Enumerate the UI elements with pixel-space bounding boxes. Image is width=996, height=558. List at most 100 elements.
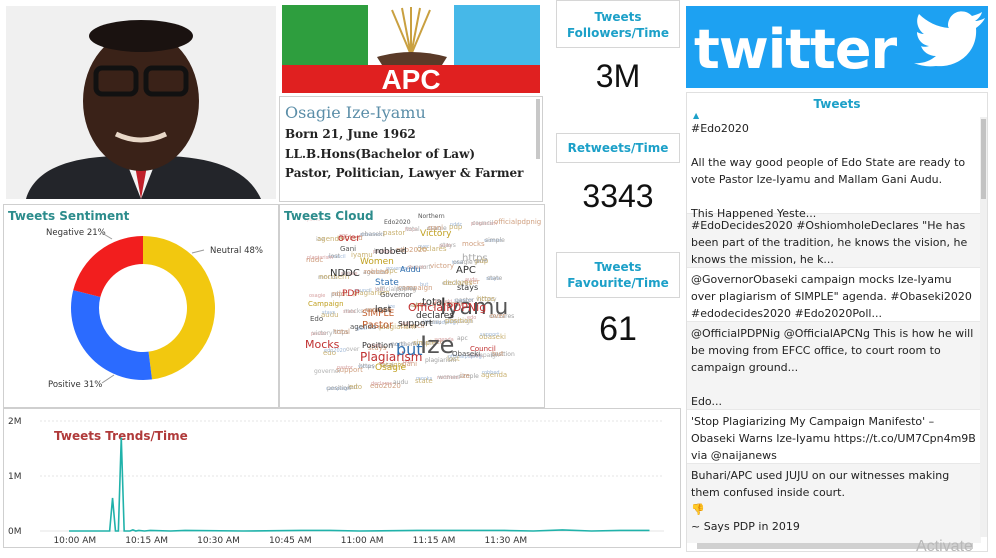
- cloud-word: NDDC: [330, 268, 360, 279]
- tweet-item[interactable]: 'Stop Plagiarizing My Campaign Manifesto…: [687, 410, 981, 464]
- retweets-kpi-value: 3343: [582, 178, 654, 214]
- tweet-item[interactable]: @GovernorObaseki campaign mocks Ize-Iyam…: [687, 268, 981, 322]
- cloud-filler-word: ize: [460, 372, 470, 380]
- x-tick-label: 11:00 AM: [341, 536, 384, 546]
- cloud-filler-word: council: [472, 220, 494, 227]
- cloud-word: Victory: [420, 229, 452, 239]
- donut-slice-neutral[interactable]: [143, 236, 216, 380]
- cloud-word: Edo2020: [384, 219, 411, 226]
- cloud-word: Campaign: [308, 300, 344, 308]
- cloud-filler-word: women: [438, 374, 460, 381]
- cloud-word: Edo: [310, 315, 324, 323]
- x-tick-label: 11:15 AM: [413, 536, 456, 546]
- tweets-header[interactable]: Tweets: [687, 93, 987, 115]
- cloud-word: Position: [362, 341, 394, 350]
- twitter-banner: twitter: [686, 6, 988, 88]
- cloud-filler-word: position: [327, 385, 351, 392]
- tweet-item[interactable]: Buhari/APC used JUJU on our witnesses ma…: [687, 464, 981, 543]
- cloud-filler-word: pastor: [383, 229, 406, 237]
- cloud-filler-word: state: [487, 275, 503, 282]
- donut-label-positive: Positive 31%: [48, 380, 102, 390]
- donut-label-neutral: Neutral 48%: [210, 246, 263, 256]
- cloud-filler-word: victory: [430, 262, 454, 270]
- cloud-filler-word: officialpdpnig: [494, 218, 542, 226]
- tweet-item[interactable]: #Edo2020 All the way good people of Edo …: [687, 117, 981, 220]
- cloud-filler-word: mocks: [344, 308, 364, 315]
- cloud-filler-word: victory: [312, 330, 333, 337]
- occupation-info: Pastor, Politician, Lawyer & Farmer: [285, 166, 524, 180]
- followers-kpi-value: 3M: [595, 58, 641, 94]
- x-tick-label: 10:45 AM: [269, 536, 312, 546]
- retweets-kpi-card: Retweets/Time: [556, 133, 680, 163]
- cloud-word: Ize: [420, 331, 455, 359]
- cloud-filler-word: over: [346, 346, 360, 353]
- cloud-filler-word: robbed: [364, 268, 389, 276]
- cloud-word: Northern: [418, 213, 445, 220]
- cloud-filler-word: plagiarism: [307, 255, 334, 261]
- trends-panel: Tweets Trends/Time 2M 1M 0M 10:00 AM 10:15 A…: [3, 408, 681, 548]
- twitter-logo-text: twitter: [694, 18, 897, 81]
- cloud-filler-word: obaseki: [361, 231, 385, 238]
- cloud-word: APC: [456, 265, 476, 276]
- x-tick-label: 10:00 AM: [53, 536, 96, 546]
- tweets-panel: Tweets ▲ #Edo2020 All the way good peopl…: [686, 92, 988, 552]
- activate-watermark: Activate: [916, 538, 973, 555]
- candidate-photo: [6, 6, 276, 199]
- apc-party-logo: APC: [282, 5, 540, 93]
- tweets-vertical-scrollbar[interactable]: [980, 117, 987, 537]
- scrollbar-thumb[interactable]: [981, 119, 986, 199]
- x-tick-label: 10:15 AM: [125, 536, 168, 546]
- sentiment-donut-chart: Neutral 48% Positive 31% Negative 21%: [46, 228, 263, 390]
- cloud-word: Women: [360, 257, 394, 267]
- cloud-word: Council: [470, 345, 496, 353]
- cloud-filler-word: simple: [485, 237, 505, 244]
- cloud-word: Gani: [340, 245, 357, 253]
- favourites-kpi-value: 61: [599, 310, 637, 348]
- cloud-word: lost: [375, 305, 392, 315]
- donut-slice-positive[interactable]: [70, 290, 153, 380]
- cloud-word: Governor: [380, 291, 413, 299]
- sentiment-panel: Tweets Sentiment Neutral 48% Positive 31%…: [3, 204, 279, 408]
- tweet-item[interactable]: #EdoDecides2020 #OshiomholeDeclares "He …: [687, 214, 981, 268]
- cloud-filler-word: nddc: [450, 222, 463, 228]
- cloud-word: https: [462, 253, 488, 264]
- cloud-filler-word: support: [480, 332, 500, 338]
- cloud-word: Mocks: [305, 338, 340, 351]
- donut-label-negative: Negative 21%: [46, 228, 106, 238]
- cloud-filler-word: pastor: [337, 365, 353, 371]
- cloud-filler-word: osagie: [309, 293, 326, 299]
- cloud-title: Tweets Cloud: [284, 209, 374, 223]
- candidate-name: Osagie Ize-Iyamu: [285, 103, 426, 122]
- twitter-bird-icon: [914, 11, 985, 67]
- cloud-filler-word: apc: [457, 335, 468, 342]
- cloud-filler-word: total: [406, 226, 420, 233]
- cloud-word: but: [396, 340, 423, 359]
- cloud-word: Audu: [400, 265, 421, 274]
- cloud-filler-word: audu: [393, 379, 409, 386]
- cloud-filler-word: stays: [322, 310, 336, 316]
- cloud-word: support: [398, 319, 433, 329]
- cloud-word: over: [338, 233, 361, 244]
- cloud-filler-word: mocks: [462, 240, 485, 248]
- tweets-list[interactable]: #Edo2020 All the way good people of Edo …: [687, 117, 981, 543]
- cloud-filler-word: stays: [440, 242, 456, 249]
- cloud-word: stays: [457, 283, 479, 292]
- tweet-item[interactable]: @OfficialPDPNig @OfficialAPCNg This is h…: [687, 322, 981, 410]
- cloud-word: Osagie: [375, 363, 407, 373]
- y-tick-label: 1M: [8, 472, 22, 482]
- apc-logo-text: APC: [381, 64, 440, 93]
- cloud-word: robbed: [375, 247, 407, 257]
- trends-line-chart: 2M 1M 0M 10:00 AM 10:15 AM 10:30 AM 10:45 AM 11…: [8, 417, 664, 546]
- cloud-filler-word: declares: [371, 381, 393, 387]
- trend-line[interactable]: [69, 437, 650, 532]
- cloud-filler-word: mocks: [416, 376, 433, 382]
- favourites-kpi-title: Tweets Favourite/Time: [567, 260, 669, 290]
- birth-info: Born 21, June 1962: [285, 127, 416, 141]
- degree-info: LL.B.Hons(Bachelor of Law): [285, 147, 476, 161]
- followers-kpi-card: Tweets Followers/Time: [556, 0, 680, 48]
- sentiment-title: Tweets Sentiment: [8, 209, 130, 223]
- cloud-word: State: [375, 278, 399, 288]
- profile-scrollbar[interactable]: [536, 99, 540, 159]
- cloud-word: agenda: [350, 323, 377, 331]
- donut-slice-negative[interactable]: [73, 236, 143, 298]
